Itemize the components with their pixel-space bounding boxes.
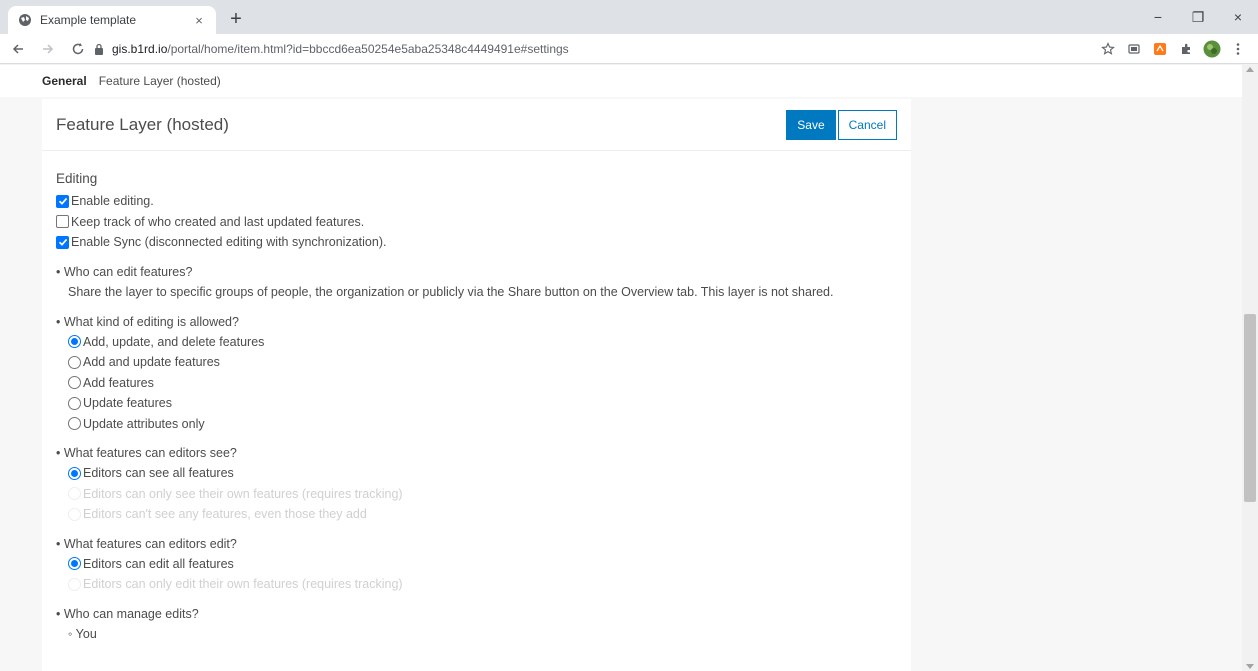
tab-title: Example template — [40, 13, 137, 27]
url-text: gis.b1rd.io/portal/home/item.html?id=bbc… — [112, 42, 569, 56]
kind-option-update[interactable]: Update features — [68, 393, 897, 414]
extension-orange-icon[interactable] — [1150, 39, 1170, 59]
editors-see-section: • What features can editors see? Editors… — [56, 443, 897, 525]
reload-icon[interactable] — [66, 37, 90, 61]
track-edits-checkbox[interactable] — [56, 215, 69, 229]
kind-radio-update-attributes[interactable] — [68, 417, 81, 431]
settings-body: Editing Enable editing. Keep track of wh… — [42, 151, 911, 662]
see-radio-own — [68, 487, 81, 501]
kind-radio-update[interactable] — [68, 396, 81, 410]
editing-section-title: Editing — [56, 171, 98, 186]
globe-icon — [18, 13, 32, 27]
editing-kind-section: • What kind of editing is allowed? Add, … — [56, 312, 897, 435]
enable-editing-checkbox[interactable] — [56, 194, 69, 208]
scroll-up-arrow-icon[interactable] — [1246, 67, 1254, 72]
see-label: Editors can see all features — [83, 466, 234, 481]
who-can-edit-title: • Who can edit features? — [56, 264, 193, 279]
manage-edits-title: • Who can manage edits? — [56, 606, 199, 621]
kind-option-add-update-delete[interactable]: Add, update, and delete features — [68, 332, 897, 353]
see-option-all[interactable]: Editors can see all features — [68, 463, 897, 484]
edit-label: Editors can only edit their own features… — [83, 577, 403, 592]
see-label: Editors can't see any features, even tho… — [83, 507, 367, 522]
kind-label: Update attributes only — [83, 416, 205, 431]
url-host: gis.b1rd.io — [112, 42, 168, 56]
page-scrollbar[interactable] — [1242, 65, 1258, 671]
kind-option-update-attributes[interactable]: Update attributes only — [68, 414, 897, 435]
page-content: General Feature Layer (hosted) Feature L… — [0, 65, 1242, 671]
window-controls: − ❐ × — [1138, 0, 1258, 34]
kind-label: Add and update features — [83, 355, 220, 370]
enable-sync-checkbox[interactable] — [56, 235, 69, 249]
forward-arrow-icon[interactable] — [36, 37, 60, 61]
editing-kind-title: • What kind of editing is allowed? — [56, 314, 239, 329]
manage-edits-section: • Who can manage edits? ◦ You — [56, 604, 897, 644]
new-tab-button[interactable]: + — [224, 8, 248, 32]
cancel-button[interactable]: Cancel — [837, 109, 897, 140]
save-button[interactable]: Save — [786, 109, 836, 140]
kind-label: Add features — [83, 375, 154, 390]
cast-icon[interactable] — [1124, 39, 1144, 59]
editors-see-options: Editors can see all features Editors can… — [56, 463, 897, 525]
editing-kind-options: Add, update, and delete features Add and… — [56, 332, 897, 435]
see-radio-none — [68, 507, 81, 521]
track-edits-row[interactable]: Keep track of who created and last updat… — [56, 212, 897, 233]
enable-editing-row[interactable]: Enable editing. — [56, 191, 897, 212]
lock-icon[interactable] — [92, 42, 106, 56]
item-subnav: General Feature Layer (hosted) — [0, 65, 1242, 97]
edit-label: Editors can edit all features — [83, 556, 234, 571]
enable-sync-row[interactable]: Enable Sync (disconnected editing with s… — [56, 232, 897, 253]
browser-toolbar: gis.b1rd.io/portal/home/item.html?id=bbc… — [0, 34, 1258, 64]
track-edits-label: Keep track of who created and last updat… — [71, 214, 365, 229]
see-label: Editors can only see their own features … — [83, 486, 403, 501]
kind-label: Add, update, and delete features — [83, 334, 265, 349]
card-header: Feature Layer (hosted) Save Cancel — [42, 99, 911, 151]
see-option-own: Editors can only see their own features … — [68, 484, 897, 505]
enable-sync-label: Enable Sync (disconnected editing with s… — [71, 235, 387, 250]
editors-edit-title: • What features can editors edit? — [56, 536, 237, 551]
address-bar[interactable]: gis.b1rd.io/portal/home/item.html?id=bbc… — [92, 38, 1082, 60]
settings-card: Feature Layer (hosted) Save Cancel Editi… — [42, 99, 911, 671]
editors-edit-section: • What features can editors edit? Editor… — [56, 534, 897, 595]
subnav-feature-layer[interactable]: Feature Layer (hosted) — [99, 74, 221, 88]
kind-radio-add-update-delete[interactable] — [68, 335, 81, 349]
enable-editing-label: Enable editing. — [71, 194, 154, 209]
kind-label: Update features — [83, 396, 172, 411]
scroll-down-arrow-icon[interactable] — [1246, 664, 1254, 669]
see-radio-all[interactable] — [68, 466, 81, 480]
maximize-button[interactable]: ❐ — [1178, 0, 1218, 34]
editors-see-title: • What features can editors see? — [56, 446, 237, 460]
kebab-menu-icon[interactable] — [1228, 39, 1248, 59]
edit-option-own: Editors can only edit their own features… — [68, 574, 897, 595]
edit-radio-all[interactable] — [68, 557, 81, 571]
browser-tab[interactable]: Example template × — [8, 6, 216, 34]
kind-option-add[interactable]: Add features — [68, 373, 897, 394]
profile-avatar-icon[interactable] — [1202, 39, 1222, 59]
card-title: Feature Layer (hosted) — [56, 114, 229, 134]
who-can-edit-description: Share the layer to specific groups of pe… — [68, 284, 834, 299]
minimize-button[interactable]: − — [1138, 0, 1178, 34]
manage-edits-you: ◦ You — [68, 626, 97, 641]
kind-radio-add[interactable] — [68, 376, 81, 390]
kind-option-add-update[interactable]: Add and update features — [68, 352, 897, 373]
close-tab-icon[interactable]: × — [190, 13, 208, 28]
close-window-button[interactable]: × — [1218, 0, 1258, 34]
browser-tab-bar: Example template × + − ❐ × — [0, 0, 1258, 34]
puzzle-icon[interactable] — [1176, 39, 1196, 59]
back-arrow-icon[interactable] — [6, 37, 30, 61]
editors-edit-options: Editors can edit all features Editors ca… — [56, 554, 897, 595]
kind-radio-add-update[interactable] — [68, 355, 81, 369]
bookmark-star-icon[interactable] — [1098, 39, 1118, 59]
see-option-none: Editors can't see any features, even tho… — [68, 504, 897, 525]
scrollbar-thumb[interactable] — [1244, 314, 1256, 502]
extensions-area — [1098, 37, 1248, 61]
who-can-edit-section: • Who can edit features? Share the layer… — [56, 262, 897, 303]
edit-radio-own — [68, 577, 81, 591]
edit-option-all[interactable]: Editors can edit all features — [68, 554, 897, 575]
subnav-general[interactable]: General — [42, 74, 87, 88]
url-path: /portal/home/item.html?id=bbccd6ea50254e… — [167, 42, 569, 56]
